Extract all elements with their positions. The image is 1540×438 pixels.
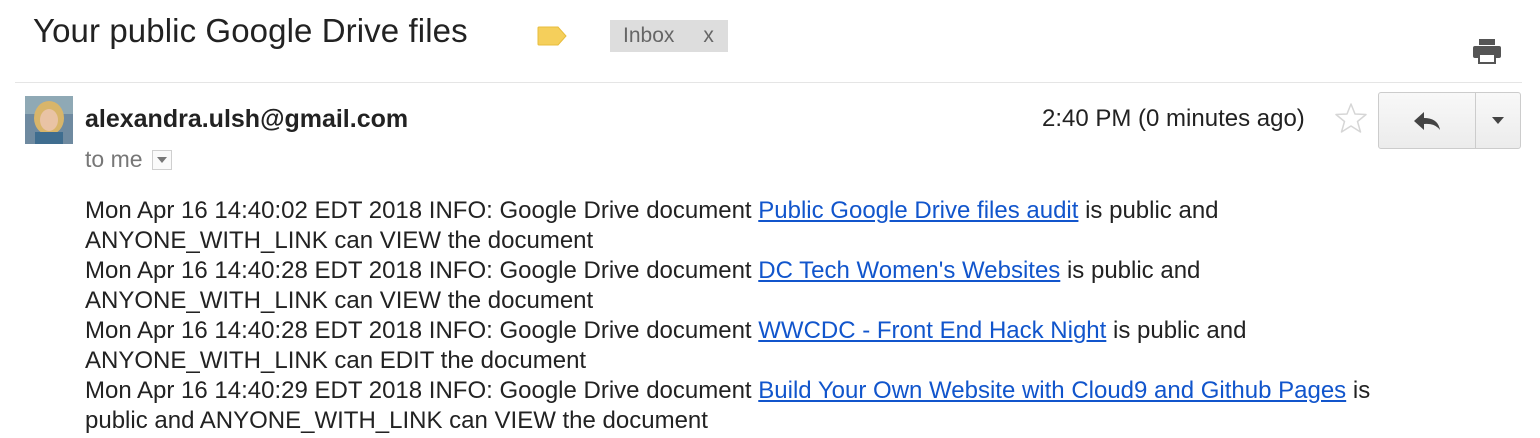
header-divider: [15, 82, 1522, 83]
sender-email[interactable]: alexandra.ulsh@gmail.com: [85, 105, 408, 134]
reply-button-group: [1378, 92, 1521, 149]
print-icon[interactable]: [1472, 38, 1502, 64]
log-entry-text: Mon Apr 16 14:40:28 EDT 2018 INFO: Googl…: [85, 257, 759, 284]
label-tag-icon[interactable]: [537, 26, 567, 46]
log-entry: Mon Apr 16 14:40:28 EDT 2018 INFO: Googl…: [85, 316, 1475, 376]
document-link[interactable]: WWCDC - Front End Hack Night: [758, 317, 1106, 344]
email-subject: Your public Google Drive files: [33, 12, 468, 49]
reply-icon: [1414, 111, 1440, 130]
log-entry-text: Mon Apr 16 14:40:02 EDT 2018 INFO: Googl…: [85, 197, 759, 224]
more-actions-button[interactable]: [1476, 93, 1520, 148]
inbox-label-chip: Inbox x: [610, 20, 728, 52]
chevron-down-icon: [1492, 117, 1504, 124]
log-entry-text: is public and: [1060, 257, 1201, 284]
log-entry-text: public and ANYONE_WITH_LINK can VIEW the…: [85, 407, 708, 434]
log-entry-text: is: [1346, 377, 1371, 404]
message-body: Mon Apr 16 14:40:02 EDT 2018 INFO: Googl…: [85, 196, 1475, 436]
log-entry-text: Mon Apr 16 14:40:28 EDT 2018 INFO: Googl…: [85, 317, 759, 344]
chevron-down-icon: [156, 156, 167, 163]
log-entry-text: ANYONE_WITH_LINK can EDIT the document: [85, 347, 587, 374]
message-timestamp: 2:40 PM (0 minutes ago): [1042, 105, 1305, 132]
email-view: Your public Google Drive files Inbox x a…: [0, 0, 1540, 438]
inbox-label-text: Inbox: [623, 24, 675, 47]
log-entry-text: is public and: [1106, 317, 1247, 344]
document-link[interactable]: Build Your Own Website with Cloud9 and G…: [758, 377, 1346, 404]
log-entry: Mon Apr 16 14:40:02 EDT 2018 INFO: Googl…: [85, 196, 1475, 256]
log-entry-text: is public and: [1078, 197, 1219, 224]
remove-label-button[interactable]: x: [703, 24, 714, 48]
star-icon[interactable]: [1335, 102, 1367, 134]
log-entry-text: ANYONE_WITH_LINK can VIEW the document: [85, 227, 594, 254]
reply-button[interactable]: [1379, 93, 1476, 148]
show-details-button[interactable]: [151, 149, 172, 170]
log-entry-text: ANYONE_WITH_LINK can VIEW the document: [85, 287, 594, 314]
log-entry-text: Mon Apr 16 14:40:29 EDT 2018 INFO: Googl…: [85, 377, 759, 404]
document-link[interactable]: DC Tech Women's Websites: [758, 257, 1060, 284]
document-link[interactable]: Public Google Drive files audit: [758, 197, 1078, 224]
recipient-text: to me: [85, 146, 143, 172]
sender-avatar[interactable]: [25, 96, 73, 144]
recipient-summary: to me: [85, 146, 172, 173]
log-entry: Mon Apr 16 14:40:28 EDT 2018 INFO: Googl…: [85, 256, 1475, 316]
log-entry: Mon Apr 16 14:40:29 EDT 2018 INFO: Googl…: [85, 376, 1475, 436]
